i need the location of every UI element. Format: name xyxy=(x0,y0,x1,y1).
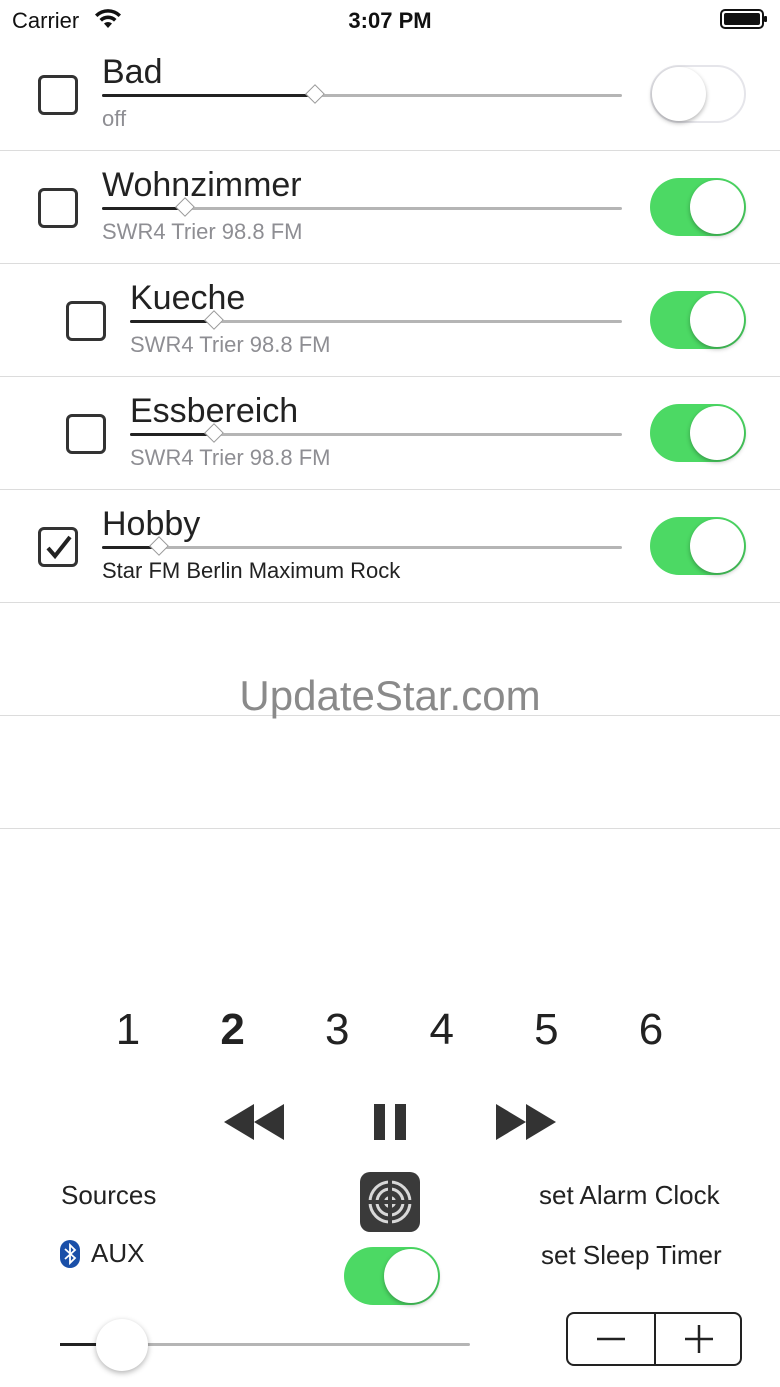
room-volume-thumb[interactable] xyxy=(305,84,326,104)
fast-forward-button[interactable] xyxy=(494,1102,558,1142)
room-row[interactable]: Bad off xyxy=(0,38,780,151)
preset-button[interactable]: 3 xyxy=(307,1005,367,1055)
sleep-timer-button[interactable]: set Sleep Timer xyxy=(541,1240,722,1271)
room-name: Wohnzimmer xyxy=(102,166,302,204)
room-checkbox[interactable] xyxy=(38,527,78,567)
battery-icon xyxy=(720,9,767,29)
stepper-minus-button[interactable] xyxy=(568,1314,654,1364)
room-volume-slider[interactable] xyxy=(102,536,622,556)
room-row[interactable]: Essbereich SWR4 Trier 98.8 FM xyxy=(0,377,780,490)
room-volume-fill xyxy=(102,207,186,210)
room-source-label: SWR4 Trier 98.8 FM xyxy=(130,445,331,470)
preset-button[interactable]: 1 xyxy=(98,1005,158,1055)
master-volume-slider[interactable] xyxy=(60,1319,470,1371)
room-name: Kueche xyxy=(130,279,246,317)
room-power-toggle[interactable] xyxy=(650,178,746,236)
empty-row xyxy=(0,716,780,829)
room-row[interactable]: Hobby Star FM Berlin Maximum Rock xyxy=(0,490,780,603)
toggle-knob xyxy=(690,180,744,234)
preset-button[interactable]: 6 xyxy=(621,1005,681,1055)
room-checkbox[interactable] xyxy=(38,188,78,228)
stepper[interactable] xyxy=(566,1312,742,1366)
minus-icon xyxy=(597,1337,625,1341)
clock: 3:07 PM xyxy=(348,8,432,33)
checkmark-icon xyxy=(46,535,72,560)
master-volume-thumb[interactable] xyxy=(95,1319,148,1371)
room-source-label: SWR4 Trier 98.8 FM xyxy=(102,219,303,244)
room-checkbox[interactable] xyxy=(66,301,106,341)
pause-button[interactable] xyxy=(372,1102,408,1142)
preset-button[interactable]: 2 xyxy=(203,1005,263,1055)
plus-icon xyxy=(685,1325,713,1353)
room-checkbox[interactable] xyxy=(66,414,106,454)
room-name: Bad xyxy=(102,53,163,91)
room-source-label: off xyxy=(102,106,127,131)
room-volume-fill xyxy=(130,433,214,436)
room-power-toggle[interactable] xyxy=(650,404,746,462)
room-checkbox[interactable] xyxy=(38,75,78,115)
sources-button[interactable]: Sources xyxy=(61,1180,156,1211)
room-power-toggle[interactable] xyxy=(650,65,746,123)
preset-button[interactable]: 4 xyxy=(412,1005,472,1055)
room-row[interactable]: Wohnzimmer SWR4 Trier 98.8 FM xyxy=(0,151,780,264)
room-source-label: SWR4 Trier 98.8 FM xyxy=(130,332,331,357)
room-name: Hobby xyxy=(102,505,201,543)
rewind-button[interactable] xyxy=(222,1102,286,1142)
speaker-app-icon[interactable] xyxy=(360,1172,420,1232)
stepper-plus-button[interactable] xyxy=(656,1314,742,1364)
toggle-knob xyxy=(384,1249,438,1303)
room-volume-slider[interactable] xyxy=(130,310,622,330)
watermark: UpdateStar.com xyxy=(239,672,541,719)
room-row[interactable]: Kueche SWR4 Trier 98.8 FM xyxy=(0,264,780,377)
toggle-knob xyxy=(690,293,744,347)
room-volume-slider[interactable] xyxy=(102,84,622,104)
toggle-knob xyxy=(690,406,744,460)
room-volume-slider[interactable] xyxy=(130,423,622,443)
status-bar: Carrier 3:07 PM xyxy=(0,0,780,40)
preset-button[interactable]: 5 xyxy=(516,1005,576,1055)
room-source-label: Star FM Berlin Maximum Rock xyxy=(102,558,401,583)
aux-source-label[interactable]: AUX xyxy=(91,1238,144,1269)
room-volume-slider[interactable] xyxy=(102,197,622,217)
room-power-toggle[interactable] xyxy=(650,291,746,349)
master-power-toggle[interactable] xyxy=(344,1247,440,1305)
bluetooth-icon xyxy=(60,1240,80,1268)
room-volume-fill xyxy=(102,94,316,97)
alarm-clock-button[interactable]: set Alarm Clock xyxy=(539,1180,720,1211)
room-power-toggle[interactable] xyxy=(650,517,746,575)
speaker-icon xyxy=(368,1180,412,1224)
room-volume-fill xyxy=(130,320,214,323)
toggle-knob xyxy=(652,67,706,121)
toggle-knob xyxy=(690,519,744,573)
